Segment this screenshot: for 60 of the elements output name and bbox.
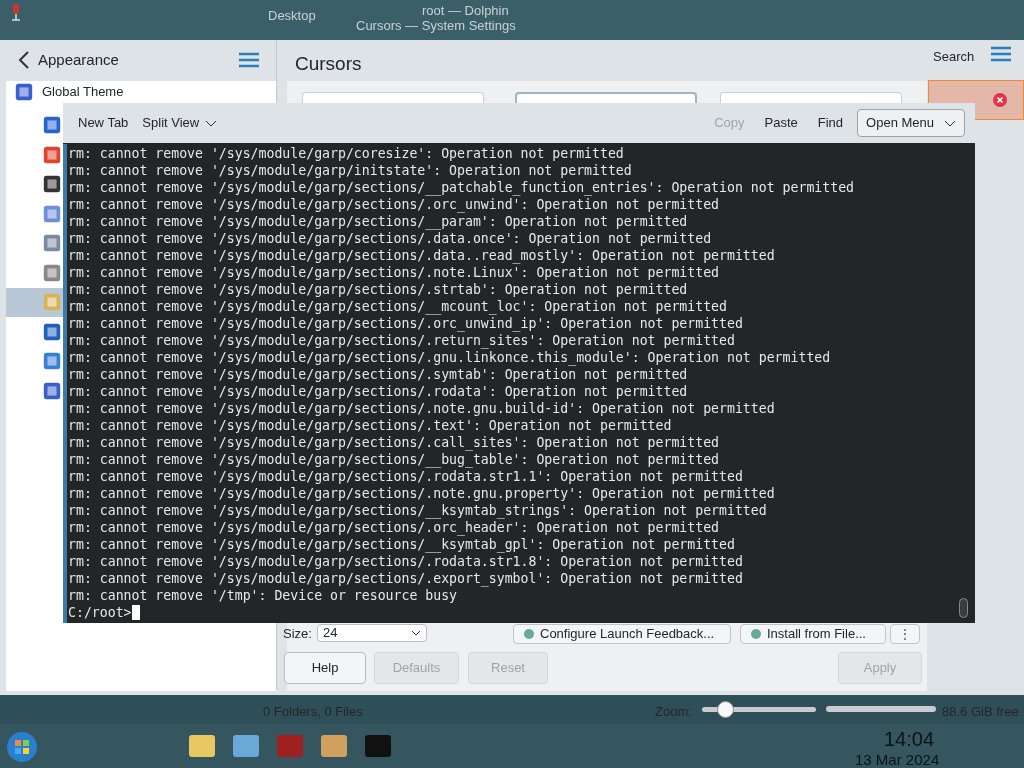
text-cursor xyxy=(131,605,140,620)
microphone-icon[interactable] xyxy=(10,3,22,21)
terminal-line: rm: cannot remove '/sys/module/garp/coresize': Operation not permitted xyxy=(68,145,625,162)
terminal-line: rm: cannot remove '/sys/module/garp/sections/.note.gnu.property': Operation not permitted xyxy=(68,485,776,502)
slider-thumb[interactable] xyxy=(716,700,734,718)
terminal-line: rm: cannot remove '/sys/module/garp/sections/.note.gnu.build-id': Operation not permitted xyxy=(68,400,776,417)
menu-icon[interactable] xyxy=(239,52,259,68)
terminal-line: rm: cannot remove '/sys/module/garp/sections/__bug_table': Operation not permitted xyxy=(68,451,721,468)
more-button[interactable]: ⋮ xyxy=(890,624,920,644)
terminal-line: rm: cannot remove '/sys/module/garp/sections/.symtab': Operation not permitted xyxy=(68,366,689,383)
terminal-line: rm: cannot remove '/sys/module/garp/sections/__patchable_function_entries': Operation not permitted xyxy=(68,179,854,196)
terminal-line: rm: cannot remove '/sys/module/garp/sections/.orc_header': Operation not permitted xyxy=(68,519,721,536)
terminal-line: rm: cannot remove '/sys/module/garp/sections/.data..read_mostly': Operation not permitted xyxy=(68,247,776,264)
toolbar-button[interactable]: New Tab xyxy=(73,109,134,137)
open-menu-button[interactable]: Open Menu xyxy=(857,109,965,137)
terminal-line: rm: cannot remove '/sys/module/garp/sections/__mcount_loc': Operation not permitted xyxy=(68,298,728,315)
settings-module-icon xyxy=(42,292,62,312)
toolbar-button[interactable]: Paste xyxy=(756,109,806,137)
sidebar-label[interactable]: Global Theme xyxy=(42,82,124,102)
size-dropdown[interactable]: 24 xyxy=(317,624,427,642)
terminal-line: rm: cannot remove '/sys/module/garp/sections/.data.once': Operation not permitted xyxy=(68,230,713,247)
toolbar-button[interactable]: Find xyxy=(809,109,852,137)
back-label[interactable]: Appearance xyxy=(38,48,119,72)
menu-icon[interactable] xyxy=(991,46,1011,62)
size-label: Size: xyxy=(283,625,312,643)
action-button[interactable]: Install from File... xyxy=(740,624,886,644)
terminal-line: rm: cannot remove '/sys/module/garp/sections/.note.Linux': Operation not permitted xyxy=(68,264,721,281)
terminal-line: rm: cannot remove '/sys/module/garp/sections/.gnu.linkonce.this_module': Operation not permitted xyxy=(68,349,832,366)
terminal-line: rm: cannot remove '/sys/module/garp/sections/.call_sites': Operation not permitted xyxy=(68,434,721,451)
toolbar-button[interactable]: Split View xyxy=(137,109,223,137)
scrollbar-thumb[interactable] xyxy=(959,598,968,618)
action-button[interactable]: Configure Launch Feedback... xyxy=(513,624,731,644)
terminal-line: rm: cannot remove '/sys/module/garp/sections/.rodata.str1.8': Operation not permitted xyxy=(68,553,744,570)
terminal-line: rm: cannot remove '/sys/module/garp/sections/__ksymtab_gpl': Operation not permitted xyxy=(68,536,736,553)
start-menu-icon[interactable] xyxy=(6,731,38,763)
terminal-line: rm: cannot remove '/sys/module/garp/sections/.rodata': Operation not permitted xyxy=(68,383,689,400)
terminal-line: rm: cannot remove '/tmp': Device or resource busy xyxy=(68,587,459,604)
close-icon[interactable] xyxy=(993,93,1007,107)
cursor-theme-card[interactable] xyxy=(515,92,697,103)
window-title[interactable]: root — Dolphin xyxy=(422,3,509,18)
page-title: Cursors xyxy=(295,52,362,76)
terminal-line: rm: cannot remove '/sys/module/garp/sections/.return_sites': Operation not permitted xyxy=(68,332,736,349)
clock-date: 13 Mar 2024 xyxy=(855,750,940,768)
window-title[interactable]: Cursors — System Settings xyxy=(356,18,516,33)
terminal-line: rm: cannot remove '/sys/module/garp/sections/.text': Operation not permitted xyxy=(68,417,673,434)
terminal-line: rm: cannot remove '/sys/module/garp/sections/.export_symbol': Operation not permitted xyxy=(68,570,744,587)
dialog-button[interactable]: Help xyxy=(284,652,366,684)
terminal-line: rm: cannot remove '/sys/module/garp/initstate': Operation not permitted xyxy=(68,162,633,179)
search-label[interactable]: Search xyxy=(933,47,975,67)
clock-time: 14:04 xyxy=(884,727,935,752)
terminal-prompt: C:/root> xyxy=(68,604,132,621)
terminal-line: rm: cannot remove '/sys/module/garp/sections/.orc_unwind_ip': Operation not permitted xyxy=(68,315,744,332)
terminal-line: rm: cannot remove '/sys/module/garp/sections/.rodata.str1.1': Operation not permitted xyxy=(68,468,744,485)
terminal-line: rm: cannot remove '/sys/module/garp/sections/.orc_unwind': Operation not permitted xyxy=(68,196,721,213)
zoom-slider[interactable] xyxy=(702,702,816,716)
terminal-line: rm: cannot remove '/sys/module/garp/sections/.strtab': Operation not permitted xyxy=(68,281,689,298)
sidebar-item[interactable]: Global Theme xyxy=(6,81,276,103)
window-title[interactable]: Desktop xyxy=(268,8,316,23)
terminal-line: rm: cannot remove '/sys/module/garp/sections/__param': Operation not permitted xyxy=(68,213,689,230)
terminal-line: rm: cannot remove '/sys/module/garp/sections/__ksymtab_strings': Operation not permitted xyxy=(68,502,768,519)
